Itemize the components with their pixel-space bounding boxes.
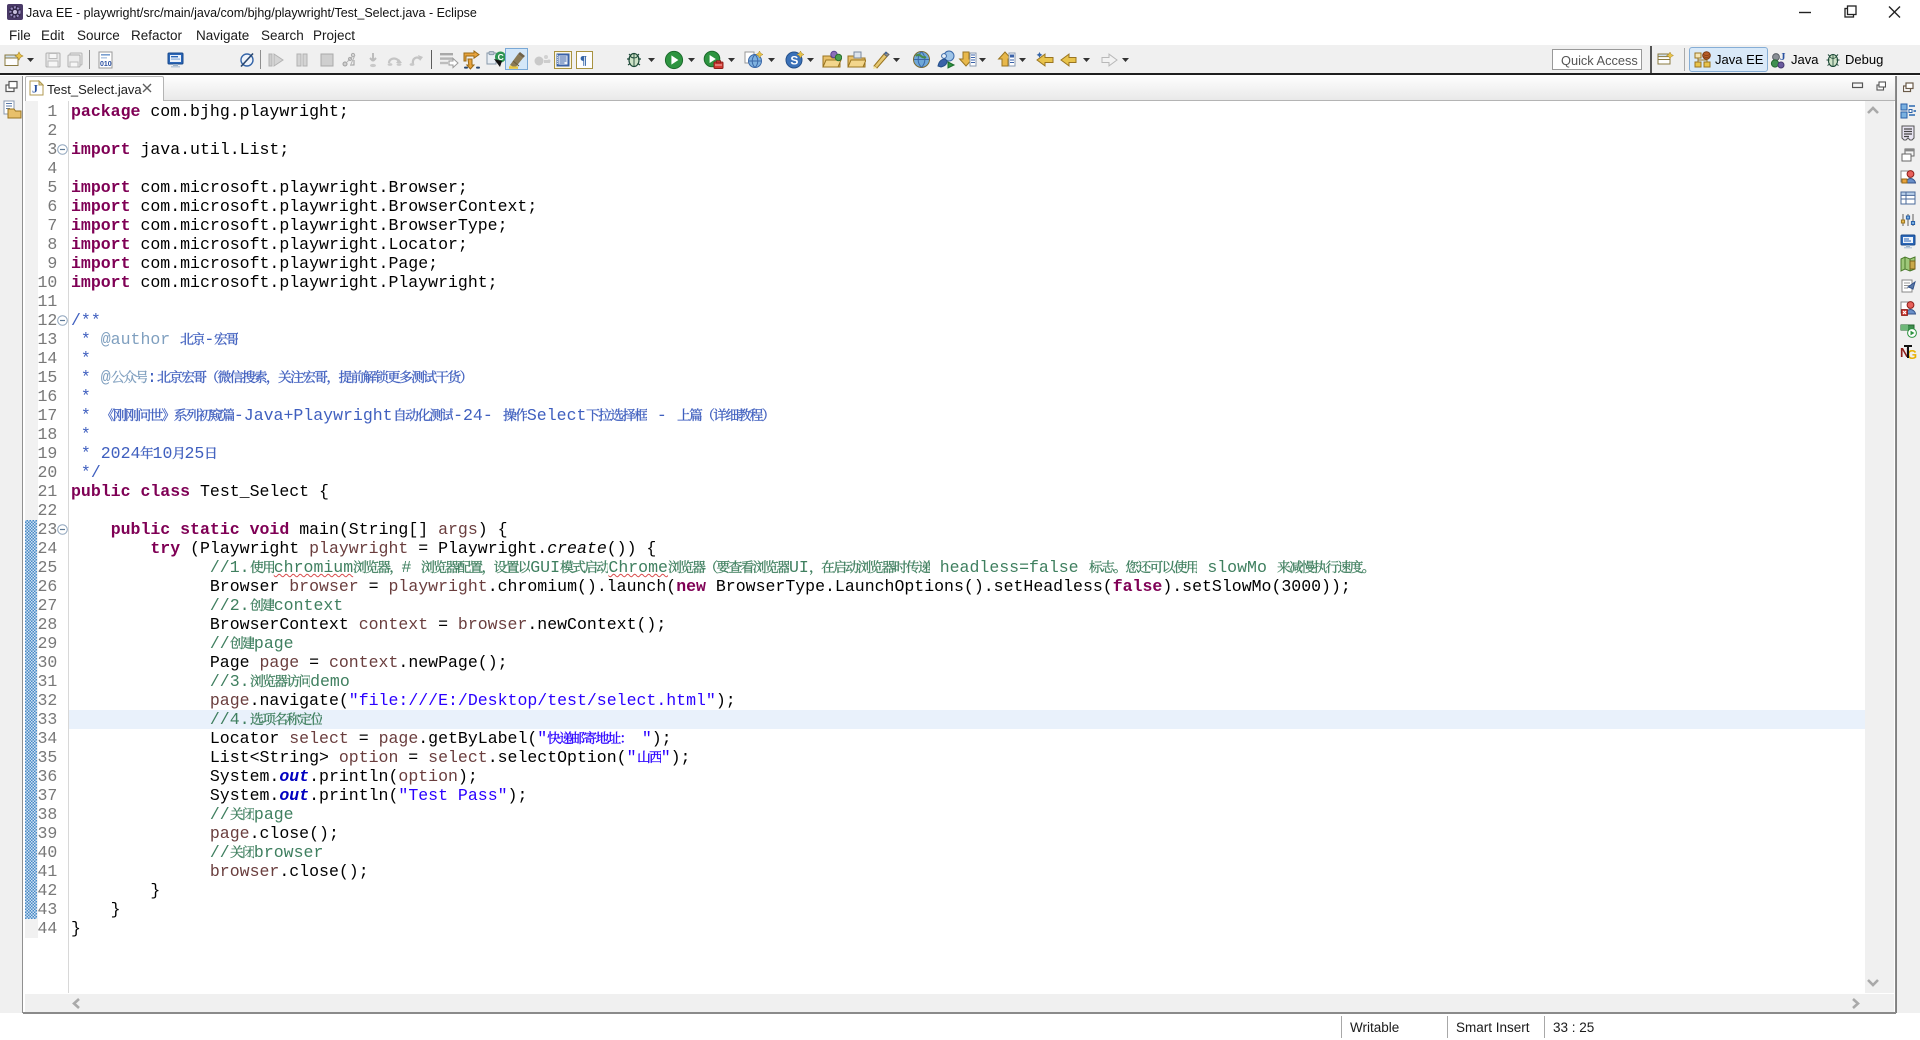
svg-text:J: J: [1780, 51, 1786, 63]
svg-text:J: J: [32, 82, 38, 96]
svg-text:010: 010: [100, 61, 112, 68]
svg-text:¶: ¶: [580, 53, 587, 68]
svg-text:S: S: [790, 54, 798, 68]
